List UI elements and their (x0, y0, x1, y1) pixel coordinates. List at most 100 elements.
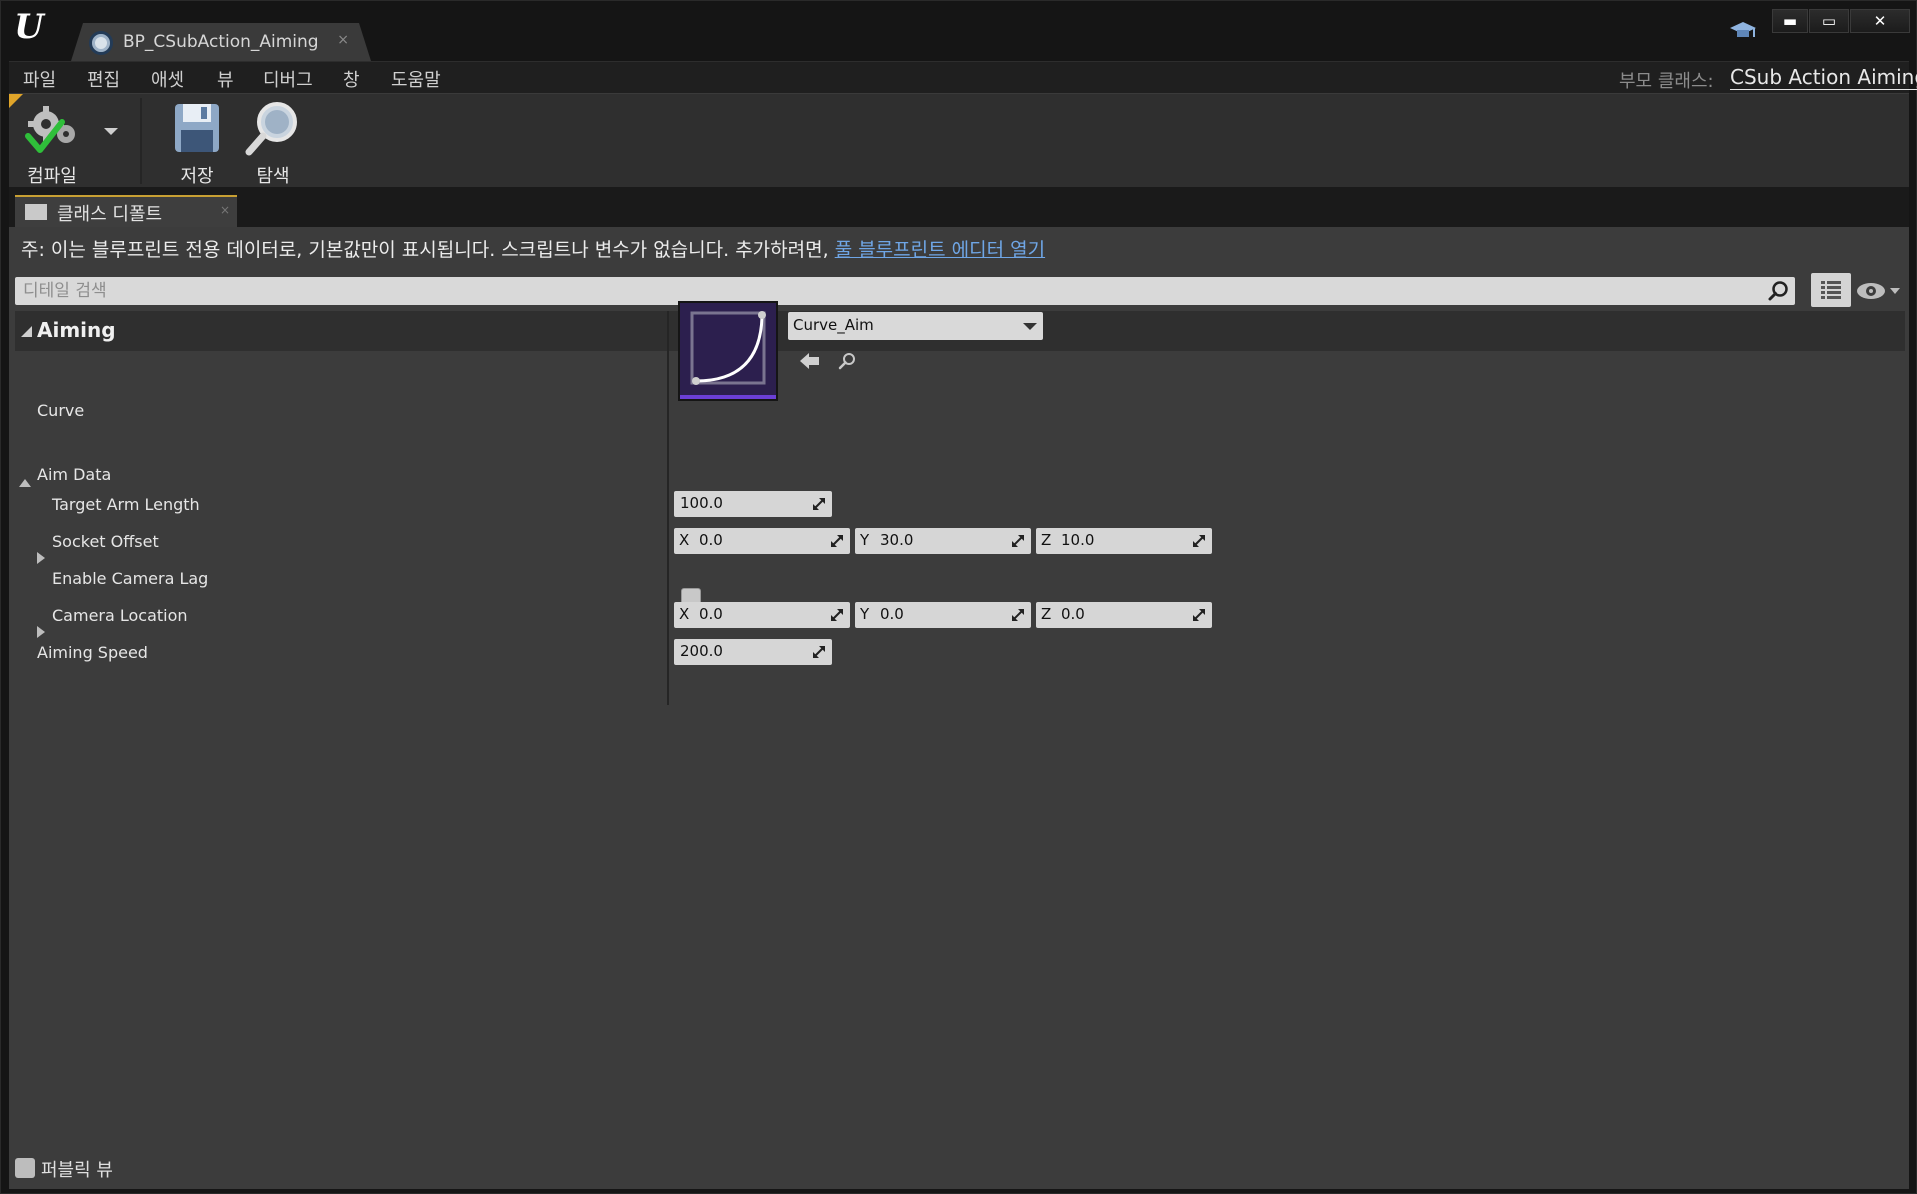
menu-asset[interactable]: 애셋 (151, 66, 184, 92)
compile-gears-icon (25, 106, 75, 153)
blueprint-data-only-notice: 주: 이는 블루프린트 전용 데이터로, 기본값만이 표시됩니다. 스크립트나 … (21, 235, 1045, 262)
spin-handle-icon[interactable] (1011, 534, 1025, 548)
compile-options-dropdown-icon[interactable] (104, 128, 118, 135)
column-divider[interactable] (667, 311, 669, 705)
unreal-logo-icon: U (14, 7, 44, 47)
browse-label: 탐색 (256, 166, 290, 187)
parent-class-link[interactable]: CSub Action Aiming (1730, 65, 1917, 90)
axis-x-label: X (679, 531, 690, 549)
aiming-speed-field[interactable]: 200.0 (674, 639, 832, 665)
public-view-label: 퍼블릭 뷰 (41, 1160, 113, 1181)
socket-offset-z-value: 10.0 (1061, 531, 1095, 549)
list-grid-icon (1821, 281, 1841, 299)
property-label-curve: Curve (37, 401, 85, 420)
camera-location-y-value: 0.0 (880, 605, 904, 623)
property-matrix-button[interactable] (1811, 273, 1851, 307)
property-label-aiming-speed: Aiming Speed (37, 643, 148, 662)
property-label-enable-camera-lag: Enable Camera Lag (52, 569, 209, 588)
document-tab-label: BP_CSubAction_Aiming (123, 32, 319, 52)
property-label-camera-location: Camera Location (52, 606, 188, 625)
socket-offset-expand-arrow-icon[interactable] (37, 552, 45, 564)
axis-y-label: Y (860, 531, 870, 549)
details-panel: 주: 이는 블루프린트 전용 데이터로, 기본값만이 표시됩니다. 스크립트나 … (9, 227, 1909, 1189)
property-label-target-arm-length: Target Arm Length (52, 495, 200, 514)
axis-z-label: Z (1041, 531, 1052, 549)
menu-window[interactable]: 창 (343, 66, 360, 92)
menu-edit[interactable]: 편집 (87, 66, 120, 92)
camera-location-z-value: 0.0 (1061, 605, 1085, 623)
maximize-button[interactable]: ▭ (1809, 9, 1849, 33)
search-icon[interactable] (1767, 280, 1789, 302)
axis-x-label: X (679, 605, 690, 623)
spin-handle-icon[interactable] (830, 608, 844, 622)
property-label-socket-offset: Socket Offset (52, 532, 159, 551)
menu-view[interactable]: 뷰 (217, 66, 234, 92)
spin-handle-icon[interactable] (1192, 608, 1206, 622)
collapse-arrow-icon[interactable] (21, 326, 32, 337)
socket-offset-y-field[interactable]: Y 30.0 (855, 528, 1031, 554)
details-search-box[interactable] (15, 277, 1795, 305)
socket-offset-y-value: 30.0 (880, 531, 914, 549)
learn-cap-icon[interactable] (1729, 19, 1757, 43)
minimize-button[interactable]: ▬ (1772, 9, 1808, 33)
blueprint-asset-icon (89, 31, 113, 55)
compile-button[interactable]: 컴파일 (17, 100, 87, 188)
socket-offset-z-field[interactable]: Z 10.0 (1036, 528, 1212, 554)
target-arm-length-field[interactable]: 100.0 (674, 491, 832, 517)
chevron-down-icon (1023, 323, 1037, 330)
asset-type-color-bar (680, 395, 776, 399)
view-options-eye-icon[interactable] (1855, 279, 1903, 303)
menu-file[interactable]: 파일 (23, 66, 56, 92)
menu-help[interactable]: 도움말 (391, 66, 441, 92)
document-tab[interactable]: BP_CSubAction_Aiming × (71, 23, 371, 61)
class-defaults-tab-close-icon[interactable]: × (220, 203, 230, 217)
axis-z-label: Z (1041, 605, 1052, 623)
notice-text: 주: 이는 블루프린트 전용 데이터로, 기본값만이 표시됩니다. 스크립트나 … (21, 239, 835, 261)
browse-magnifier-icon (245, 102, 297, 156)
browse-asset-icon[interactable] (838, 352, 856, 370)
camera-location-y-field[interactable]: Y 0.0 (855, 602, 1031, 628)
open-full-blueprint-editor-link[interactable]: 풀 블루프린트 에디터 열기 (835, 239, 1045, 261)
curve-asset-picker[interactable]: Curve_Aim (788, 312, 1043, 340)
toolbar: 컴파일 저장 탐색 (9, 93, 1909, 187)
socket-offset-x-field[interactable]: X 0.0 (674, 528, 850, 554)
spin-handle-icon[interactable] (812, 645, 826, 659)
aim-data-collapse-arrow-icon[interactable] (19, 479, 31, 487)
use-selected-arrow-icon[interactable] (800, 352, 820, 370)
spin-handle-icon[interactable] (812, 497, 826, 511)
class-defaults-tab[interactable]: 클래스 디폴트 × (15, 195, 237, 227)
browse-button[interactable]: 탐색 (243, 100, 303, 188)
curve-asset-value: Curve_Aim (793, 316, 874, 334)
socket-offset-x-value: 0.0 (699, 531, 723, 549)
document-tab-close-icon[interactable]: × (337, 32, 349, 48)
property-label-aim-data: Aim Data (37, 465, 112, 484)
compile-label: 컴파일 (27, 166, 77, 187)
camera-location-z-field[interactable]: Z 0.0 (1036, 602, 1212, 628)
curve-preview-icon (690, 311, 766, 385)
category-title: Aiming (37, 318, 116, 342)
panel-tab-bar: 클래스 디폴트 × (9, 187, 1909, 227)
toolbar-separator (140, 98, 142, 184)
menu-bar: 파일 편집 애셋 뷰 디버그 창 도움말 부모 클래스: CSub Action… (9, 61, 1917, 93)
editor-window: U BP_CSubAction_Aiming × ▬ ▭ ✕ 파일 편집 애셋 … (0, 0, 1917, 1194)
spin-handle-icon[interactable] (1011, 608, 1025, 622)
details-search-input[interactable] (23, 279, 1723, 303)
public-view-checkbox[interactable] (15, 1158, 35, 1178)
save-disk-icon (175, 104, 219, 152)
close-window-button[interactable]: ✕ (1850, 9, 1910, 33)
save-button[interactable]: 저장 (167, 100, 227, 188)
title-bar: U BP_CSubAction_Aiming × ▬ ▭ ✕ (1, 1, 1916, 61)
spin-handle-icon[interactable] (830, 534, 844, 548)
class-defaults-icon (25, 204, 47, 220)
camera-location-x-value: 0.0 (699, 605, 723, 623)
menu-debug[interactable]: 디버그 (263, 66, 313, 92)
class-defaults-tab-label: 클래스 디폴트 (57, 204, 163, 225)
axis-y-label: Y (860, 605, 870, 623)
curve-asset-thumbnail[interactable] (678, 301, 778, 401)
target-arm-length-value: 100.0 (680, 494, 723, 512)
parent-class-label: 부모 클래스: (1619, 71, 1714, 92)
camera-location-x-field[interactable]: X 0.0 (674, 602, 850, 628)
camera-location-expand-arrow-icon[interactable] (37, 626, 45, 638)
spin-handle-icon[interactable] (1192, 534, 1206, 548)
save-label: 저장 (180, 166, 214, 187)
